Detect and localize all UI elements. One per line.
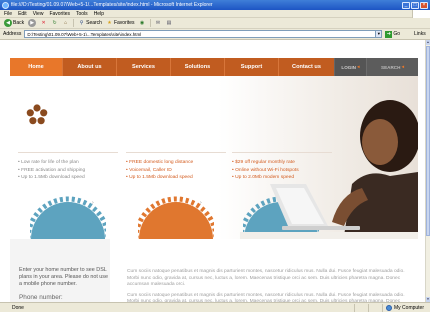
print-icon: ▤ [166, 19, 172, 26]
menu-file[interactable]: File [4, 11, 12, 17]
nav-services[interactable]: Services [116, 58, 170, 76]
phone-number-label: Phone number: [19, 294, 63, 301]
scrollbar-thumb[interactable] [426, 46, 430, 236]
favorites-label: Favorites [113, 20, 135, 26]
menu-help[interactable]: Help [94, 11, 104, 17]
stop-icon: ✕ [41, 19, 46, 26]
refresh-icon: ↻ [52, 19, 57, 26]
nav-about-us[interactable]: About us [62, 58, 116, 76]
gear-icon [138, 196, 214, 239]
search-button[interactable]: ⚲ Search [77, 19, 103, 28]
column-divider [126, 152, 226, 153]
minimize-button[interactable]: _ [402, 1, 410, 9]
globe-icon [386, 304, 392, 311]
mail-button[interactable]: ✉ [154, 19, 163, 28]
windows-logo [412, 10, 430, 18]
nav-login[interactable]: LOGIN ◂ [334, 58, 366, 76]
feature-item: • Up to 1.5Mb download speed [126, 175, 193, 180]
vertical-scrollbar[interactable]: ▲ ▼ [425, 40, 430, 302]
zone-label: My Computer [394, 304, 425, 311]
print-button[interactable]: ▤ [165, 19, 174, 28]
phone-lookup-text: Enter your home number to see DSL plans … [19, 267, 109, 287]
scroll-up-button[interactable]: ▲ [426, 40, 430, 45]
browser-toolbar: ◀ Back ▶ ✕ ↻ ⌂ ⚲ Search ★ Favorites ◉ ✉ … [0, 18, 430, 29]
nav-home[interactable]: Home [10, 58, 62, 76]
address-dropdown-button[interactable]: ▼ [376, 30, 383, 38]
menu-view[interactable]: View [33, 11, 44, 17]
media-button[interactable]: ◉ [138, 19, 147, 28]
toolbar-separator [149, 19, 151, 27]
phone-lookup-panel: Enter your home number to see DSL plans … [10, 239, 110, 302]
search-label: Search [86, 20, 102, 26]
status-text: Done [12, 304, 24, 311]
feature-item: • Voicemail, Caller ID [126, 167, 172, 173]
menu-bar: File Edit View Favorites Tools Help [0, 10, 430, 18]
feature-item: • Up to 1.5Mb download speed [18, 175, 85, 180]
address-bar: Address D:\Testing\01.09.07\Web+5-1\...T… [0, 29, 430, 40]
toolbar-separator [73, 19, 75, 27]
hero-banner: • Low rate for life of the plan • FREE a… [10, 76, 418, 239]
home-button[interactable]: ⌂ [61, 19, 70, 28]
login-label: LOGIN [341, 64, 356, 70]
back-label: Back [13, 20, 25, 26]
back-icon: ◀ [4, 19, 12, 27]
feature-column-2: • FREE domestic long distance • Voicemai… [126, 152, 226, 182]
back-button[interactable]: ◀ Back [3, 19, 25, 28]
nav-support[interactable]: Support [224, 58, 278, 76]
page-viewport: Home About us Services Solutions Support… [0, 40, 425, 302]
nav-search[interactable]: SEARCH ◂ [366, 58, 418, 76]
feature-item: • FREE activation and shipping [18, 167, 86, 173]
flower-icon [26, 104, 48, 125]
security-zone: My Computer [382, 303, 430, 312]
refresh-button[interactable]: ↻ [50, 19, 59, 28]
content-paragraph: Cum sociis natoque penatibus et magnis d… [127, 292, 405, 302]
forward-button[interactable]: ▶ [27, 19, 37, 28]
close-button[interactable]: × [420, 1, 428, 9]
maximize-button[interactable]: □ [411, 1, 419, 9]
address-label: Address [3, 31, 22, 37]
window-controls: _ □ × [402, 1, 428, 9]
status-cell [368, 303, 382, 312]
status-cell [354, 303, 368, 312]
mail-icon: ✉ [155, 19, 161, 26]
ie-icon [2, 1, 9, 9]
search-nav-label: SEARCH [381, 64, 401, 70]
favorites-icon: ★ [107, 19, 112, 26]
forward-icon: ▶ [28, 19, 37, 27]
nav-contact-us[interactable]: Contact us [278, 58, 334, 76]
home-icon: ⌂ [64, 19, 68, 26]
media-icon: ◉ [139, 19, 145, 26]
stop-button[interactable]: ✕ [39, 19, 48, 28]
go-arrow-icon: ➜ [385, 30, 393, 38]
status-bar: Done My Computer [0, 302, 430, 312]
favorites-button[interactable]: ★ Favorites [105, 19, 136, 28]
feature-item: • FREE domestic long distance [126, 160, 194, 165]
column-divider [18, 152, 118, 153]
woman-with-laptop-image [240, 100, 418, 239]
go-button[interactable]: ➜ Go [385, 30, 401, 38]
address-input[interactable]: D:\Testing\01.09.07\Web+5-1\...Templates… [24, 30, 377, 38]
nav-solutions[interactable]: Solutions [170, 58, 224, 76]
search-icon: ⚲ [79, 19, 84, 26]
gear-icon [30, 196, 106, 239]
feature-item: • Low rate for life of the plan [18, 160, 79, 165]
window-titlebar: file:///D:/Testing/01.09.07/Web+5-1/...T… [0, 0, 430, 10]
menu-favorites[interactable]: Favorites [49, 11, 70, 17]
window-title: file:///D:/Testing/01.09.07/Web+5-1/...T… [11, 2, 213, 8]
main-content: Cum sociis natoque penatibus et magnis d… [127, 269, 418, 302]
content-paragraph: Cum sociis natoque penatibus et magnis d… [127, 269, 405, 288]
feature-column-1: • Low rate for life of the plan • FREE a… [18, 152, 118, 182]
links-button[interactable]: Links [414, 31, 426, 37]
go-label: Go [393, 31, 401, 37]
site-nav: Home About us Services Solutions Support… [10, 58, 418, 76]
menu-edit[interactable]: Edit [18, 11, 27, 17]
menu-tools[interactable]: Tools [76, 11, 88, 17]
